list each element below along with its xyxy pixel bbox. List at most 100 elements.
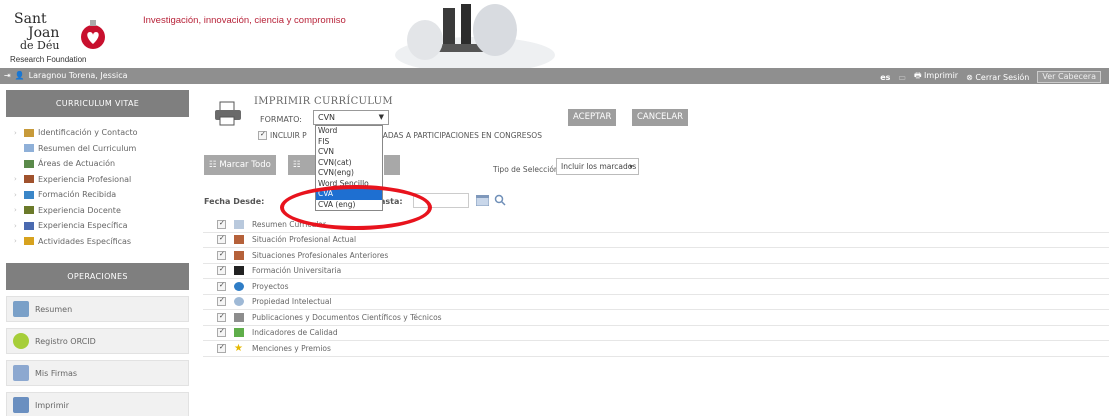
- area-icon: [24, 159, 34, 168]
- user-icon: 👤: [14, 71, 25, 80]
- printer-icon: [13, 397, 29, 413]
- logout-link[interactable]: ⊗ Cerrar Sesión: [966, 73, 1029, 82]
- logo[interactable]: Sant Joan de Déu Research Foundation: [10, 8, 130, 66]
- briefcase-icon: [234, 235, 244, 245]
- date-from-label: Fecha Desde:: [204, 197, 265, 206]
- chevron-right-icon: ›: [14, 221, 17, 230]
- sidebar-item-experiencia-profesional[interactable]: › Experiencia Profesional: [14, 172, 189, 188]
- accept-button[interactable]: ACEPTAR: [568, 109, 617, 126]
- section-row: Situaciones Profesionales Anteriores: [203, 248, 1109, 264]
- op-imprimir-button[interactable]: Imprimir: [6, 392, 189, 416]
- unmark-all-button[interactable]: ☷: [288, 155, 318, 175]
- grid-icon: ☷: [209, 160, 217, 170]
- project-icon: [234, 281, 244, 291]
- user-info: ⇥ 👤 Laragnou Torena, Jessica: [4, 71, 128, 80]
- graduation-cap-icon: [234, 266, 244, 276]
- format-option-cvn-eng[interactable]: CVN(eng): [316, 168, 382, 179]
- cancel-button[interactable]: CANCELAR: [632, 109, 689, 126]
- section-row: Proyectos: [203, 279, 1109, 295]
- format-option-cvn-cat[interactable]: CVN(cat): [316, 158, 382, 169]
- sidebar-item-actividades[interactable]: › Actividades Específicas: [14, 234, 189, 250]
- logo-subtitle: Research Foundation: [10, 55, 87, 64]
- format-option-cvn[interactable]: CVN: [316, 147, 382, 158]
- section-row: ★Menciones y Premios: [203, 341, 1109, 357]
- checkbox[interactable]: [217, 250, 226, 260]
- view-header-button[interactable]: Ver Cabecera: [1037, 71, 1101, 83]
- logout-icon: ⊗: [966, 72, 973, 82]
- search-icon[interactable]: [494, 194, 506, 206]
- section-row: Indicadores de Calidad: [203, 326, 1109, 341]
- sidebar: CURRICULUM VITAE › Identificación y Conta…: [6, 90, 189, 416]
- orcid-icon: [13, 333, 29, 349]
- checkbox[interactable]: [217, 343, 226, 353]
- grid-icon: ☷: [293, 160, 301, 170]
- header: Sant Joan de Déu Research Foundation Inv…: [0, 0, 1109, 68]
- checkbox[interactable]: [217, 281, 226, 291]
- op-resumen-button[interactable]: Resumen: [6, 296, 189, 322]
- chevron-right-icon: ›: [14, 128, 17, 137]
- heart-emblem-icon: [81, 20, 105, 49]
- op-orcid-button[interactable]: Registro ORCID: [6, 328, 189, 354]
- operations-header: OPERACIONES: [6, 263, 189, 290]
- flag-icon[interactable]: ▭: [898, 73, 906, 82]
- summary-icon: [13, 301, 29, 317]
- briefcase-icon: [24, 175, 34, 184]
- people-icon: [24, 221, 34, 230]
- chevron-right-icon: ›: [14, 190, 17, 199]
- checkbox[interactable]: [258, 130, 267, 140]
- format-option-fis[interactable]: FIS: [316, 137, 382, 148]
- exit-icon[interactable]: ⇥: [4, 71, 11, 80]
- chart-icon: [234, 328, 244, 338]
- sidebar-item-formacion[interactable]: › Formación Recibida: [14, 187, 189, 203]
- signature-icon: [13, 365, 29, 381]
- calendar-icon[interactable]: [476, 195, 489, 206]
- checkbox[interactable]: [217, 219, 226, 229]
- language-selector[interactable]: es: [880, 73, 890, 82]
- book-icon: [234, 312, 244, 322]
- checkbox[interactable]: [217, 265, 226, 276]
- section-row: Propiedad Intelectual: [203, 295, 1109, 310]
- activity-icon: [24, 237, 34, 246]
- sidebar-item-resumen[interactable]: Resumen del Curriculum: [14, 141, 189, 157]
- sections-list: Resumen Curricular Situación Profesional…: [203, 217, 1109, 357]
- checkbox[interactable]: [217, 234, 226, 245]
- checkbox[interactable]: [217, 296, 226, 307]
- banner-image: [385, 0, 565, 68]
- sidebar-item-docente[interactable]: › Experiencia Docente: [14, 203, 189, 219]
- tagline: Investigación, innovación, ciencia y com…: [143, 15, 346, 26]
- section-row: Formación Universitaria: [203, 264, 1109, 279]
- sidebar-item-areas[interactable]: Áreas de Actuación: [14, 156, 189, 172]
- checkbox[interactable]: [217, 327, 226, 338]
- format-label: FORMATO:: [260, 115, 302, 124]
- selection-type-select[interactable]: Incluir los marcados ▾: [556, 158, 639, 175]
- mark-all-button[interactable]: ☷ Marcar Todo: [204, 155, 276, 175]
- section-row: Publicaciones y Documentos Científicos y…: [203, 310, 1109, 326]
- chevron-right-icon: ›: [14, 175, 17, 184]
- printer-icon: [215, 101, 241, 126]
- page-title: IMPRIMIR CURRÍCULUM: [254, 96, 393, 107]
- top-bar: ⇥ 👤 Laragnou Torena, Jessica es ▭ 🖶 Impr…: [0, 68, 1109, 84]
- section-row: Situación Profesional Actual: [203, 233, 1109, 248]
- chevron-right-icon: ›: [14, 206, 17, 215]
- printer-icon: 🖶: [913, 71, 922, 80]
- briefcase-icon: [234, 250, 244, 260]
- graduation-icon: [24, 190, 34, 199]
- sidebar-item-especifica[interactable]: › Experiencia Específica: [14, 218, 189, 234]
- cv-section-header: CURRICULUM VITAE: [6, 90, 189, 117]
- chevron-right-icon: ›: [14, 237, 17, 246]
- gear-icon: [234, 297, 244, 307]
- format-select[interactable]: CVN ▼: [313, 110, 389, 125]
- highlight-annotation: [280, 185, 432, 230]
- format-option-word[interactable]: Word: [316, 126, 382, 137]
- selection-type-label: Tipo de Selección:: [493, 165, 562, 174]
- toggle-button[interactable]: [384, 155, 400, 175]
- print-link[interactable]: 🖶 Imprimir: [914, 70, 958, 84]
- sidebar-item-identificacion[interactable]: › Identificación y Contacto: [14, 125, 189, 141]
- star-icon: ★: [234, 342, 243, 354]
- include-congress-checkbox[interactable]: INCLUIR P CULADAS A PARTICIPACIONES EN C…: [258, 130, 542, 140]
- id-card-icon: [24, 128, 34, 137]
- chevron-down-icon: ▾: [629, 162, 633, 171]
- checkbox[interactable]: [217, 312, 226, 322]
- op-firmas-button[interactable]: Mis Firmas: [6, 360, 189, 386]
- chevron-down-icon: ▼: [378, 113, 384, 121]
